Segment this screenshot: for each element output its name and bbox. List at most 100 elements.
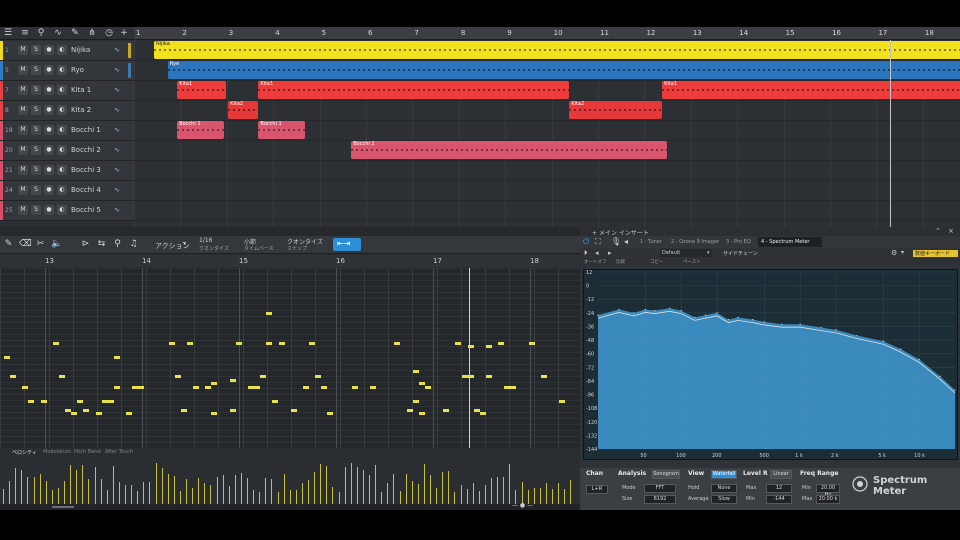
velocity-bar[interactable] xyxy=(320,464,322,506)
velocity-bar[interactable] xyxy=(186,479,187,506)
mute-button[interactable]: M xyxy=(18,45,28,55)
velocity-bar[interactable] xyxy=(70,465,72,506)
velocity-bar[interactable] xyxy=(198,478,200,506)
track-header[interactable]: 24 M S ● ◐ Bocchi 4 ∿ xyxy=(0,181,134,201)
velocity-bar[interactable] xyxy=(472,483,474,506)
midi-note[interactable] xyxy=(83,409,90,412)
list-icon[interactable]: ≡ xyxy=(20,28,30,38)
midi-note[interactable] xyxy=(278,342,285,345)
compare-button[interactable]: 比較 xyxy=(616,259,625,265)
midi-note[interactable] xyxy=(485,375,492,378)
velocity-bar[interactable] xyxy=(173,476,175,506)
midi-note[interactable] xyxy=(418,412,425,415)
midi-note[interactable] xyxy=(58,375,65,378)
solo-button[interactable]: S xyxy=(31,65,41,75)
transpose-icon[interactable]: ⇆ xyxy=(96,239,107,250)
midi-note[interactable] xyxy=(309,342,315,345)
midi-note[interactable] xyxy=(504,386,511,389)
track-lane[interactable] xyxy=(134,161,960,181)
midi-note[interactable] xyxy=(260,375,267,378)
midi-note[interactable] xyxy=(65,409,71,412)
numeric-keyboard-button[interactable]: 数値キーボード xyxy=(913,250,958,257)
midi-note[interactable] xyxy=(540,375,547,378)
midi-note[interactable] xyxy=(418,382,425,385)
velocity-bar[interactable] xyxy=(301,483,303,506)
track-header[interactable]: 5 M S ● ◐ Ryo ∿ xyxy=(0,61,134,81)
expand-icon[interactable]: ◂ xyxy=(624,237,628,246)
velocity-bar[interactable] xyxy=(265,478,267,506)
midi-note[interactable] xyxy=(205,386,212,389)
solo-button[interactable]: S xyxy=(31,45,41,55)
tool-icon[interactable]: ⚲ xyxy=(36,28,46,38)
velocity-bar[interactable] xyxy=(82,465,84,506)
velocity-bar[interactable] xyxy=(9,481,11,506)
velocity-bar[interactable] xyxy=(39,474,41,506)
velocity-bar[interactable] xyxy=(314,472,316,506)
velocity-bar[interactable] xyxy=(509,464,511,506)
controller-tab[interactable]: Pitch Bend xyxy=(74,449,101,455)
midi-note[interactable] xyxy=(132,386,139,389)
audio-clip[interactable]: Rye xyxy=(167,61,960,79)
audio-clip[interactable]: Bocchi 2 xyxy=(351,141,667,159)
midi-note[interactable] xyxy=(424,386,431,389)
midi-note[interactable] xyxy=(174,375,181,378)
velocity-bar[interactable] xyxy=(387,483,389,506)
midi-note[interactable] xyxy=(473,409,480,412)
monitor-button[interactable]: ◐ xyxy=(57,205,67,215)
midi-note[interactable] xyxy=(138,386,145,389)
insert-tab[interactable]: 2 - Ozone 9 Imager xyxy=(671,239,719,245)
velocity-bar[interactable] xyxy=(393,474,395,506)
note-grid[interactable] xyxy=(0,268,580,448)
monitor-button[interactable]: ◐ xyxy=(57,125,67,135)
mic-icon[interactable]: 🎙 xyxy=(611,237,621,246)
snap-toggle-button[interactable]: ⇤⇥ xyxy=(333,238,361,251)
velocity-bar[interactable] xyxy=(545,483,547,506)
paste-button[interactable]: ペースト xyxy=(683,259,701,265)
solo-button[interactable]: S xyxy=(31,165,41,175)
velocity-bar[interactable] xyxy=(375,465,377,506)
solo-button[interactable]: S xyxy=(31,85,41,95)
midi-note[interactable] xyxy=(461,375,468,378)
midi-note[interactable] xyxy=(10,375,17,378)
gear-icon[interactable]: ⚙ xyxy=(891,249,897,257)
record-input-icon[interactable]: ♫ xyxy=(128,239,139,250)
add-track-icon[interactable]: + xyxy=(119,28,129,38)
sidechain-label[interactable]: サイドチェーン xyxy=(723,250,758,257)
midi-note[interactable] xyxy=(370,386,376,389)
midi-note[interactable] xyxy=(180,409,187,412)
level-max-input[interactable]: 12 xyxy=(766,484,792,493)
audio-clip[interactable]: Kita1 xyxy=(177,81,226,99)
mute-button[interactable]: M xyxy=(18,125,28,135)
nav-left-icon[interactable]: ◂ xyxy=(595,249,599,257)
midi-note[interactable] xyxy=(498,342,505,345)
track-header[interactable]: 21 M S ● ◐ Bocchi 3 ∿ xyxy=(0,161,134,181)
velocity-bar[interactable] xyxy=(234,475,236,506)
midi-note[interactable] xyxy=(412,400,419,403)
arrange-lanes[interactable]: Nijika Rye Kita1 Kita1 Kita1 Kita2 Kita2 Bocchi… xyxy=(134,40,960,227)
midi-note[interactable] xyxy=(211,412,218,415)
midi-note[interactable] xyxy=(455,342,462,345)
velocity-bar[interactable] xyxy=(271,479,273,506)
midi-note[interactable] xyxy=(406,409,413,412)
nav-right-icon[interactable]: ▸ xyxy=(608,249,612,257)
midi-note[interactable] xyxy=(193,386,200,389)
controller-tab[interactable]: After Touch xyxy=(105,449,133,455)
midi-note[interactable] xyxy=(28,400,35,403)
velocity-bar[interactable] xyxy=(21,470,23,506)
solo-button[interactable]: S xyxy=(31,105,41,115)
insert-tab[interactable]: 3 - Pro EQ xyxy=(726,239,751,245)
mode-select[interactable]: FFT xyxy=(644,484,676,493)
velocity-bar[interactable] xyxy=(118,482,120,506)
controller-tab[interactable]: Modulation xyxy=(43,449,71,455)
quantize-control[interactable]: 1/16 クオンタイズ xyxy=(197,236,239,253)
monitor-button[interactable]: ◐ xyxy=(57,85,67,95)
velocity-bar[interactable] xyxy=(112,466,114,506)
velocity-bar[interactable] xyxy=(131,485,133,506)
midi-note[interactable] xyxy=(95,412,102,415)
midi-note[interactable] xyxy=(52,342,59,345)
monitor-button[interactable]: ◐ xyxy=(57,45,67,55)
insert-tab[interactable]: 1 - Tuner xyxy=(640,239,662,245)
zoom-slider-icon[interactable]: — ● — xyxy=(512,502,533,509)
midi-note[interactable] xyxy=(187,342,193,345)
velocity-bar[interactable] xyxy=(247,478,248,506)
